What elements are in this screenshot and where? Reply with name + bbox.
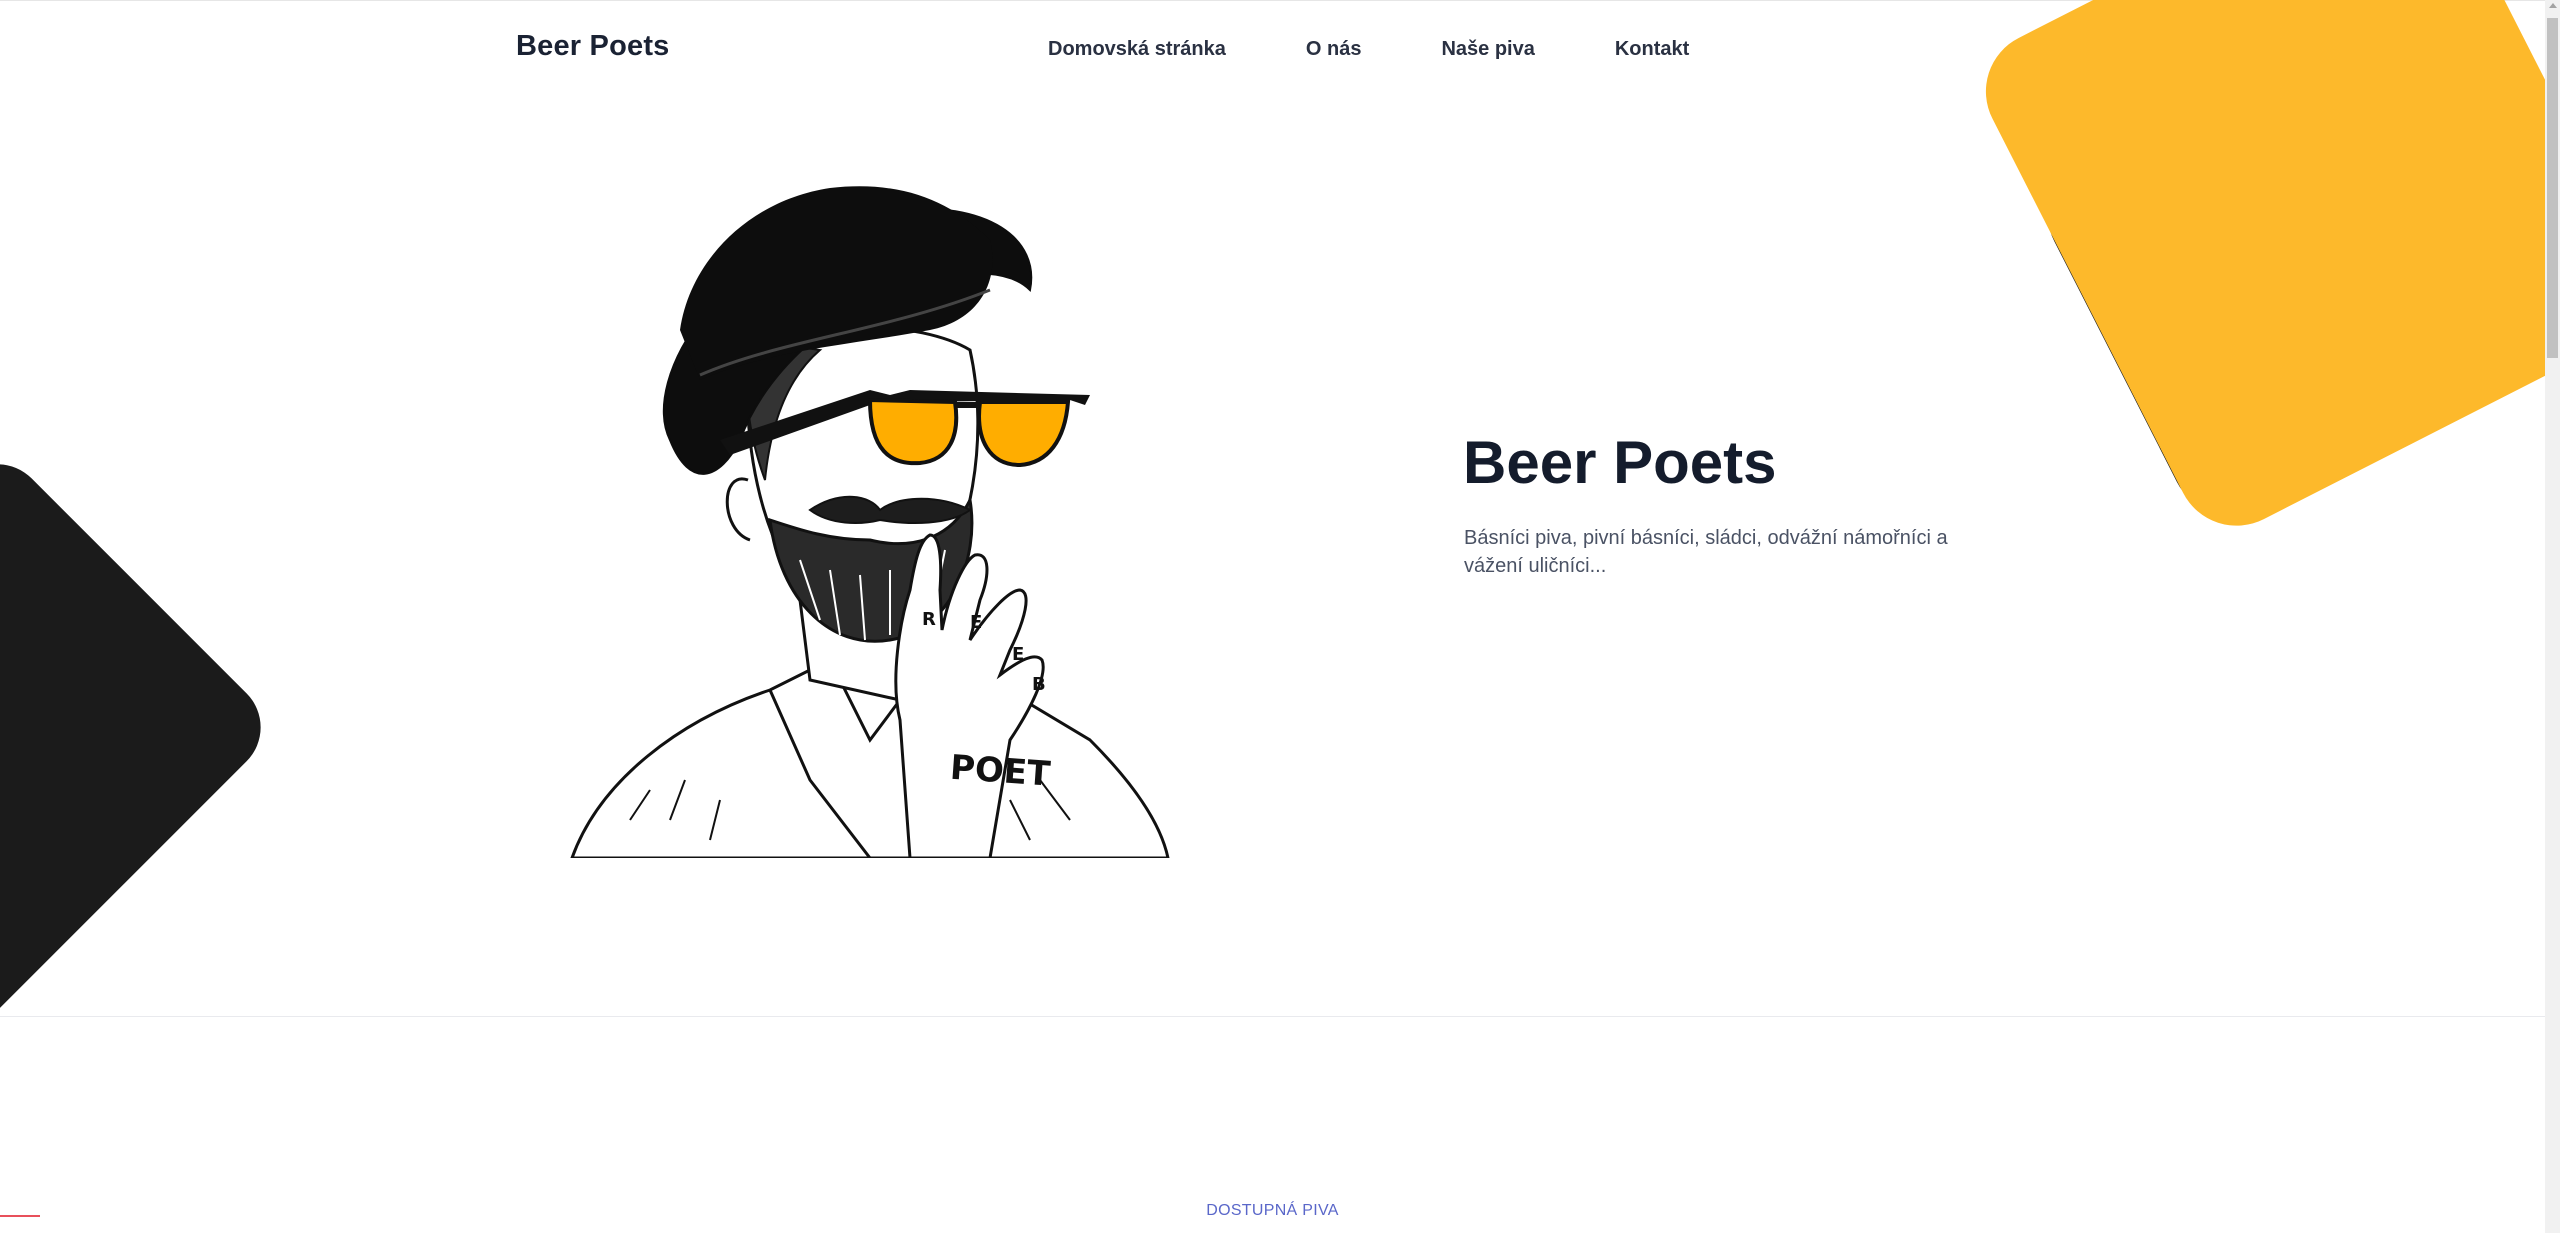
section-divider [0, 1016, 2545, 1017]
site-header: Beer Poets Domovská stránka O nás Naše p… [0, 0, 2545, 100]
scrollbar-thumb[interactable] [2547, 18, 2558, 358]
hero-title: Beer Poets [1463, 429, 1777, 496]
nav-link-contact[interactable]: Kontakt [1615, 38, 1689, 61]
svg-text:E: E [970, 612, 982, 633]
site-logo[interactable]: Beer Poets [516, 30, 670, 63]
svg-text:B: B [1032, 674, 1046, 695]
nav-link-home[interactable]: Domovská stránka [1048, 38, 1226, 61]
hero-description: Básníci piva, pivní básníci, sládci, odv… [1464, 527, 1948, 577]
main-nav: Domovská stránka O nás Naše piva Kontakt [1048, 38, 1689, 61]
vertical-scrollbar[interactable] [2545, 0, 2560, 1233]
scroll-up-arrow-icon[interactable] [2549, 3, 2557, 8]
corner-badge [0, 1215, 40, 1233]
section-label-available-beers: DOSTUPNÁ PIVA [1206, 1202, 1339, 1219]
hipster-poet-illustration: POET R E E B [570, 186, 1170, 858]
svg-text:R: R [922, 609, 936, 630]
nav-link-beers[interactable]: Naše piva [1441, 38, 1534, 61]
nav-link-about[interactable]: O nás [1306, 38, 1362, 61]
page: Beer Poets Domovská stránka O nás Naše p… [0, 0, 2560, 1233]
svg-text:E: E [1012, 644, 1024, 665]
svg-text:POET: POET [949, 748, 1053, 795]
decorative-dark-diamond-left [0, 444, 281, 1046]
